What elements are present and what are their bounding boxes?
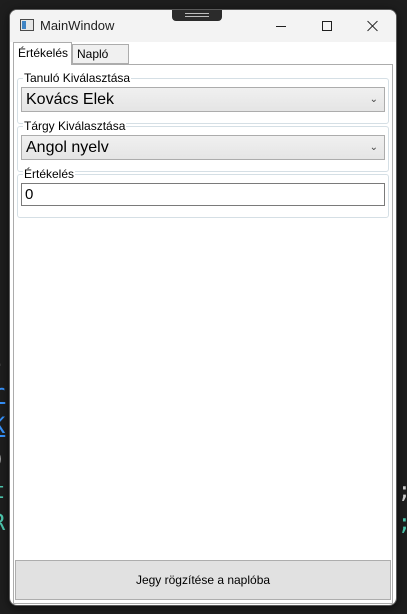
chevron-down-icon: ⌄ [369, 142, 378, 153]
title-bar[interactable]: MainWindow [10, 10, 396, 42]
student-combobox[interactable]: Kovács Elek ⌄ [21, 87, 385, 112]
minimize-button[interactable] [258, 10, 304, 42]
tab-panel-ertekeles: Tanuló Kiválasztása Kovács Elek ⌄ Tárgy … [13, 64, 393, 604]
student-selection-label: Tanuló Kiválasztása [23, 71, 132, 85]
window-title: MainWindow [40, 18, 115, 33]
tab-naplo[interactable]: Napló [72, 44, 129, 64]
tab-ertekeles[interactable]: Értékelés [13, 42, 72, 65]
grade-label: Értékelés [23, 167, 76, 181]
grade-group: Értékelés 0 [17, 167, 389, 218]
maximize-icon [322, 21, 332, 31]
main-window: MainWindow Értékelés Napló Tanuló Kivála… [9, 9, 397, 606]
subject-combobox[interactable]: Angol nyelv ⌄ [21, 135, 385, 160]
minimize-icon [276, 25, 286, 27]
chevron-down-icon: ⌄ [369, 94, 378, 105]
background-code-fragment: ; [398, 481, 407, 503]
subject-selection-label: Tárgy Kiválasztása [23, 119, 127, 133]
drag-handle-icon[interactable] [172, 10, 222, 21]
background-code-fragment: t [0, 481, 5, 503]
student-selection-group: Tanuló Kiválasztása Kovács Elek ⌄ [17, 71, 389, 124]
background-code-fragment: K [0, 416, 5, 438]
student-combobox-value: Kovács Elek [26, 91, 115, 108]
close-button[interactable] [350, 10, 396, 42]
close-icon [367, 20, 379, 32]
background-code-fragment: r [0, 383, 5, 405]
background-code-fragment: ) [0, 449, 5, 471]
subject-combobox-value: Angol nyelv [26, 139, 109, 156]
background-code-fragment: ; [0, 350, 5, 372]
app-icon [20, 19, 34, 31]
subject-selection-group: Tárgy Kiválasztása Angol nyelv ⌄ [17, 119, 389, 172]
maximize-button[interactable] [304, 10, 350, 42]
background-code-fragment: R [0, 513, 5, 535]
grade-input[interactable]: 0 [21, 183, 385, 206]
submit-grade-button[interactable]: Jegy rögzítése a naplóba [15, 560, 391, 600]
